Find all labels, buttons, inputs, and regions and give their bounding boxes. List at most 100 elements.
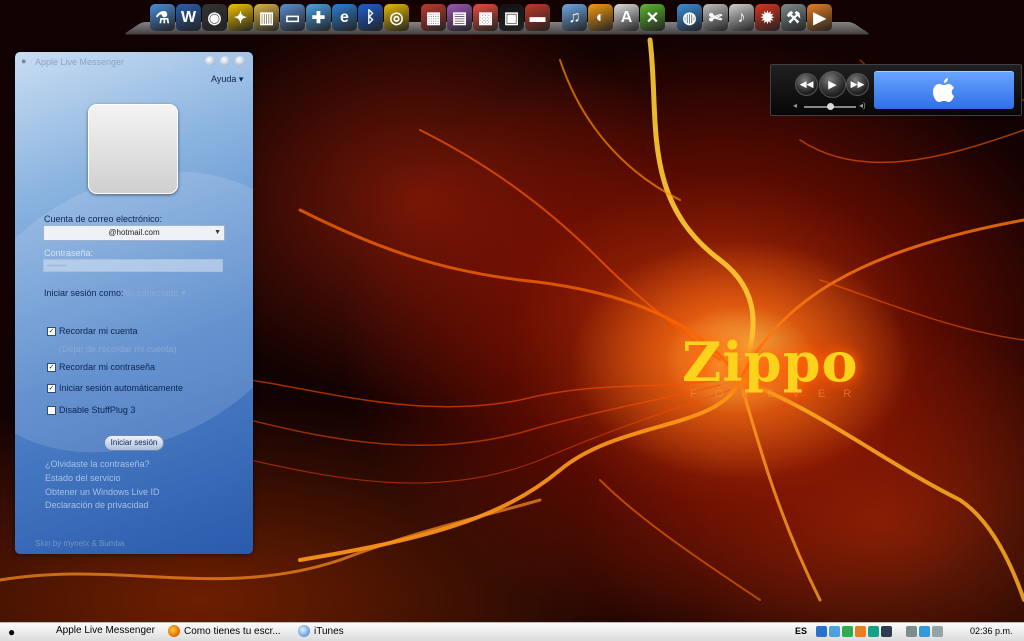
remember-account-label: Recordar mi cuenta (59, 326, 138, 336)
flag-icon[interactable]: ▬ (525, 4, 550, 31)
calendar-icon[interactable]: ▣ (499, 4, 524, 31)
auto-signin-checkbox[interactable]: ✓ (47, 383, 56, 393)
status-value: No conectado (123, 288, 179, 298)
itunes-icon (298, 625, 310, 637)
tray-volume-icon[interactable] (932, 626, 943, 637)
email-field[interactable]: @hotmail.com ▼ (43, 225, 225, 241)
signin-button[interactable]: Iniciar sesión (104, 435, 164, 451)
volume-low-icon: ◂ (793, 101, 798, 110)
tray-display-icon[interactable] (919, 626, 930, 637)
maximize-button[interactable] (220, 56, 230, 66)
task-label: Como tienes tu escr... (184, 625, 281, 637)
tray-devices-icon[interactable] (906, 626, 917, 637)
wallpaper-subtitle: FOREVER (690, 388, 870, 400)
dock-separator (410, 4, 420, 31)
tray-messenger-icon[interactable] (842, 626, 853, 637)
disable-stuffplug-label: Disable StuffPlug 3 (59, 405, 136, 415)
desktop: Zippo FOREVER ⚗ W ◉ ✦ ▥ ▭ ✚ e ᛒ ◎ ▦ ▤ ▩ ▣ ▬ ♫ ◐ A ✕ ◍ ✄ ♪ ✹ ⚒ ▶ … (0, 0, 1024, 622)
tool-icon[interactable]: ⚒ (781, 4, 806, 31)
chevron-down-icon[interactable]: ▼ (214, 226, 221, 240)
email-value: @hotmail.com (108, 228, 160, 237)
word-icon[interactable]: W (176, 4, 201, 31)
guitar-icon[interactable]: ♪ (729, 4, 754, 31)
volume-knob[interactable] (827, 103, 834, 110)
remember-password-row[interactable]: ✓ Recordar mi contraseña (47, 362, 155, 372)
system-tray (816, 626, 943, 637)
tray-firefox-icon[interactable] (855, 626, 866, 637)
xbox-icon[interactable]: ✕ (640, 4, 665, 31)
computer-icon[interactable]: ▭ (280, 4, 305, 31)
remember-account-row[interactable]: ✓ Recordar mi cuenta (47, 326, 138, 336)
itunes-icon[interactable]: ♫ (562, 4, 587, 31)
firefox-icon[interactable]: ◐ (588, 4, 613, 31)
chevron-down-icon: ▾ (238, 74, 244, 84)
bluetooth-icon[interactable]: ᛒ (358, 4, 383, 31)
book-icon[interactable]: ▥ (254, 4, 279, 31)
task-firefox[interactable]: Como tienes tu escr... (168, 625, 281, 637)
tray-itunes-icon[interactable] (829, 626, 840, 637)
player-display[interactable] (874, 71, 1014, 109)
apple-icon: ● (21, 56, 27, 66)
start-button[interactable]: ● (8, 625, 15, 639)
taskbar: ● Apple Live Messenger Como tienes tu es… (0, 622, 1024, 641)
live-messenger-icon[interactable]: ✚ (306, 4, 331, 31)
tools-icon[interactable]: ✄ (703, 4, 728, 31)
task-label: Apple Live Messenger (56, 625, 155, 636)
task-itunes[interactable]: iTunes (298, 625, 344, 637)
remember-password-label: Recordar mi contraseña (59, 362, 156, 372)
fire-icon[interactable]: ✹ (755, 4, 780, 31)
service-status-link[interactable]: Estado del servicio (45, 473, 121, 483)
skin-credit: Skin by mynetx & Bumba (35, 539, 125, 548)
tray-security-icon[interactable] (868, 626, 879, 637)
clock[interactable]: 02:36 p.m. (970, 626, 1013, 636)
ipod-icon[interactable]: ◉ (202, 4, 227, 31)
window-title: Apple Live Messenger (35, 57, 125, 67)
keyboard-icon[interactable]: ▦ (421, 4, 446, 31)
task-label: iTunes (314, 625, 344, 637)
password-label: Contraseña: (44, 248, 94, 258)
task-apple-live-messenger[interactable]: Apple Live Messenger (56, 625, 155, 636)
tray-monitor-icon[interactable] (881, 626, 892, 637)
window-titlebar[interactable]: ● Apple Live Messenger (15, 52, 253, 70)
media-player-widget: ◀◀ ▶ ▶▶ ◂ ◂) (770, 64, 1022, 116)
apple-icon (933, 78, 954, 102)
messenger-icon[interactable]: ✦ (228, 4, 253, 31)
status-label: Iniciar sesión como: (44, 288, 124, 298)
dock: ⚗ W ◉ ✦ ▥ ▭ ✚ e ᛒ ◎ ▦ ▤ ▩ ▣ ▬ ♫ ◐ A ✕ ◍ ✄ ♪ ✹ ⚒ ▶ (150, 4, 832, 31)
volume-high-icon: ◂) (859, 101, 866, 110)
forget-account-link[interactable]: (Dejar de recordar mi cuenta) (59, 344, 177, 354)
remember-account-checkbox[interactable]: ✓ (47, 326, 56, 336)
flask-icon[interactable]: ⚗ (150, 4, 175, 31)
film-icon[interactable]: ▩ (473, 4, 498, 31)
minimize-button[interactable] (205, 56, 215, 66)
forgot-password-link[interactable]: ¿Olvidaste la contraseña? (45, 459, 150, 469)
previous-button[interactable]: ◀◀ (795, 73, 818, 96)
close-button[interactable] (235, 56, 245, 66)
internet-explorer-icon[interactable]: e (332, 4, 357, 31)
ring-icon[interactable]: ◎ (384, 4, 409, 31)
remember-password-checkbox[interactable]: ✓ (47, 362, 56, 372)
language-indicator[interactable]: ES (795, 626, 807, 636)
network-icon[interactable]: ◍ (677, 4, 702, 31)
auto-signin-row[interactable]: ✓ Iniciar sesión automáticamente (47, 383, 183, 393)
help-menu-label: Ayuda (211, 74, 237, 84)
tray-network-icon[interactable] (816, 626, 827, 637)
play-button[interactable]: ▶ (819, 71, 846, 98)
media-icon[interactable]: ▶ (807, 4, 832, 31)
astro-icon[interactable]: A (614, 4, 639, 31)
disable-stuffplug-row[interactable]: Disable StuffPlug 3 (47, 405, 135, 415)
dock-separator (551, 4, 561, 31)
password-field[interactable]: •••••••• (43, 259, 223, 272)
avatar[interactable] (88, 104, 178, 194)
disable-stuffplug-checkbox[interactable] (47, 405, 56, 415)
status-dropdown[interactable]: No conectado ▾ (123, 288, 186, 299)
auto-signin-label: Iniciar sesión automáticamente (59, 383, 184, 393)
winrar-icon[interactable]: ▤ (447, 4, 472, 31)
get-live-id-link[interactable]: Obtener un Windows Live ID (45, 487, 160, 497)
privacy-statement-link[interactable]: Declaración de privacidad (45, 500, 149, 510)
wallpaper-logo: Zippo (682, 330, 859, 394)
chevron-down-icon: ▾ (181, 288, 186, 298)
next-button[interactable]: ▶▶ (846, 73, 869, 96)
dock-separator (666, 4, 676, 31)
help-menu[interactable]: Ayuda ▾ (211, 74, 243, 85)
